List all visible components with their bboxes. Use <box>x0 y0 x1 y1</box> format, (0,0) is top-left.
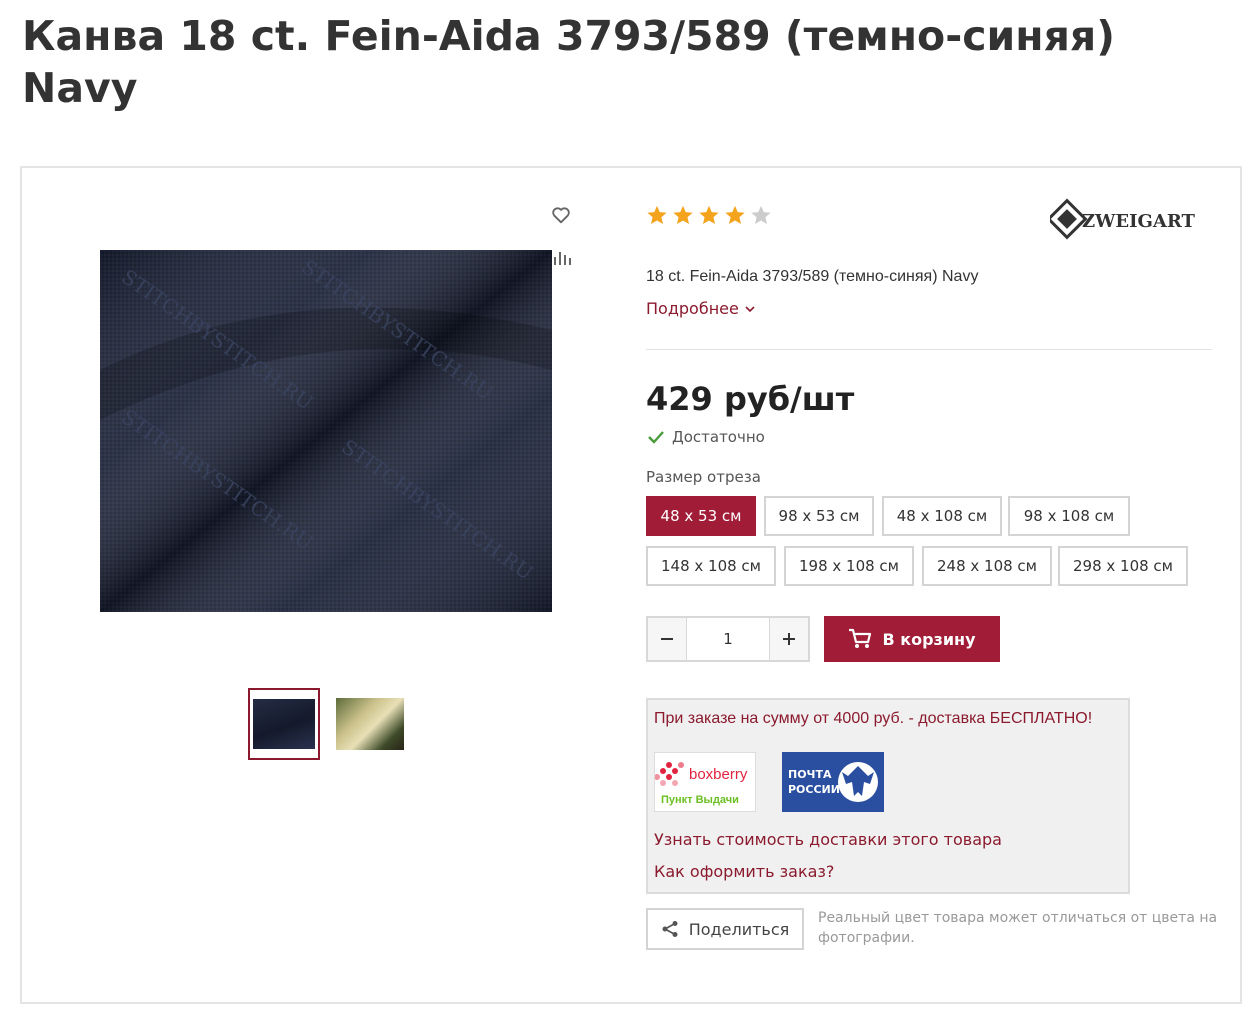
check-icon <box>648 431 664 444</box>
share-icon <box>662 921 678 937</box>
wishlist-heart-icon[interactable] <box>550 204 572 226</box>
thumbnail[interactable] <box>334 688 406 760</box>
product-card: STITCHBYSTITCH.RU STITCHBYSTITCH.RU STIT… <box>20 166 1242 1004</box>
size-option-148x108[interactable]: 148 x 108 см <box>646 546 776 586</box>
more-details-label: Подробнее <box>646 299 739 318</box>
page-title: Канва 18 ct. Fein-Aida 3793/589 (темно-с… <box>22 12 1115 112</box>
chevron-down-icon <box>745 305 755 312</box>
free-delivery-promo: При заказе на сумму от 4000 руб. - доста… <box>654 710 1093 727</box>
more-details-link[interactable]: Подробнее <box>646 299 755 318</box>
brand-logo[interactable]: ZWEIGART <box>1050 196 1214 244</box>
cart-icon <box>849 628 872 648</box>
thumbnail-active[interactable] <box>248 688 320 760</box>
star-icon <box>647 205 667 224</box>
star-icon <box>699 205 719 224</box>
star-empty-icon <box>751 205 771 224</box>
add-to-cart-button[interactable]: В корзину <box>824 616 1000 662</box>
plus-icon <box>783 633 795 645</box>
size-option-198x108[interactable]: 198 x 108 см <box>784 546 914 586</box>
increase-button[interactable] <box>770 618 808 660</box>
price: 429 руб/шт <box>646 380 855 418</box>
cart-label: В корзину <box>882 629 976 649</box>
quantity-stepper: 1 <box>646 616 810 662</box>
share-button[interactable]: Поделиться <box>646 908 804 950</box>
pochta-line1: ПОЧТА <box>788 768 832 781</box>
delivery-cost-link[interactable]: Узнать стоимость доставки этого товара <box>654 830 1002 849</box>
boxberry-sub: Пункт Выдачи <box>661 794 739 806</box>
rating-stars <box>646 204 772 226</box>
star-icon <box>673 205 693 224</box>
stock-label: Достаточно <box>672 428 765 446</box>
how-to-order-link[interactable]: Как оформить заказ? <box>654 862 834 881</box>
boxberry-logo[interactable]: boxberry Пункт Выдачи <box>654 752 756 812</box>
size-option-98x53[interactable]: 98 x 53 см <box>764 496 874 536</box>
size-label: Размер отреза <box>646 468 761 486</box>
size-option-248x108[interactable]: 248 x 108 см <box>922 546 1052 586</box>
decrease-button[interactable] <box>648 618 686 660</box>
compare-icon[interactable] <box>552 248 572 268</box>
size-option-98x108[interactable]: 98 x 108 см <box>1008 496 1130 536</box>
svg-text:ZWEIGART: ZWEIGART <box>1082 211 1195 232</box>
size-option-298x108[interactable]: 298 x 108 см <box>1058 546 1188 586</box>
product-short-name: 18 ct. Fein-Aida 3793/589 (темно-синяя) … <box>646 268 979 285</box>
pochta-russia-logo[interactable]: ПОЧТА РОССИИ <box>782 752 884 812</box>
size-option-48x53[interactable]: 48 x 53 см <box>646 496 756 536</box>
star-icon <box>725 205 745 224</box>
quantity-input[interactable]: 1 <box>686 618 770 660</box>
pochta-line2: РОССИИ <box>788 783 840 796</box>
color-disclaimer: Реальный цвет товара может отличаться от… <box>818 910 1218 946</box>
minus-icon <box>661 638 673 640</box>
share-label: Поделиться <box>688 919 790 939</box>
delivery-info: При заказе на сумму от 4000 руб. - доста… <box>646 698 1130 894</box>
boxberry-name: boxberry <box>689 766 748 783</box>
stock-status: Достаточно <box>648 428 765 446</box>
product-main-image[interactable]: STITCHBYSTITCH.RU STITCHBYSTITCH.RU STIT… <box>100 250 552 612</box>
divider <box>646 349 1212 350</box>
size-option-48x108[interactable]: 48 x 108 см <box>882 496 1002 536</box>
